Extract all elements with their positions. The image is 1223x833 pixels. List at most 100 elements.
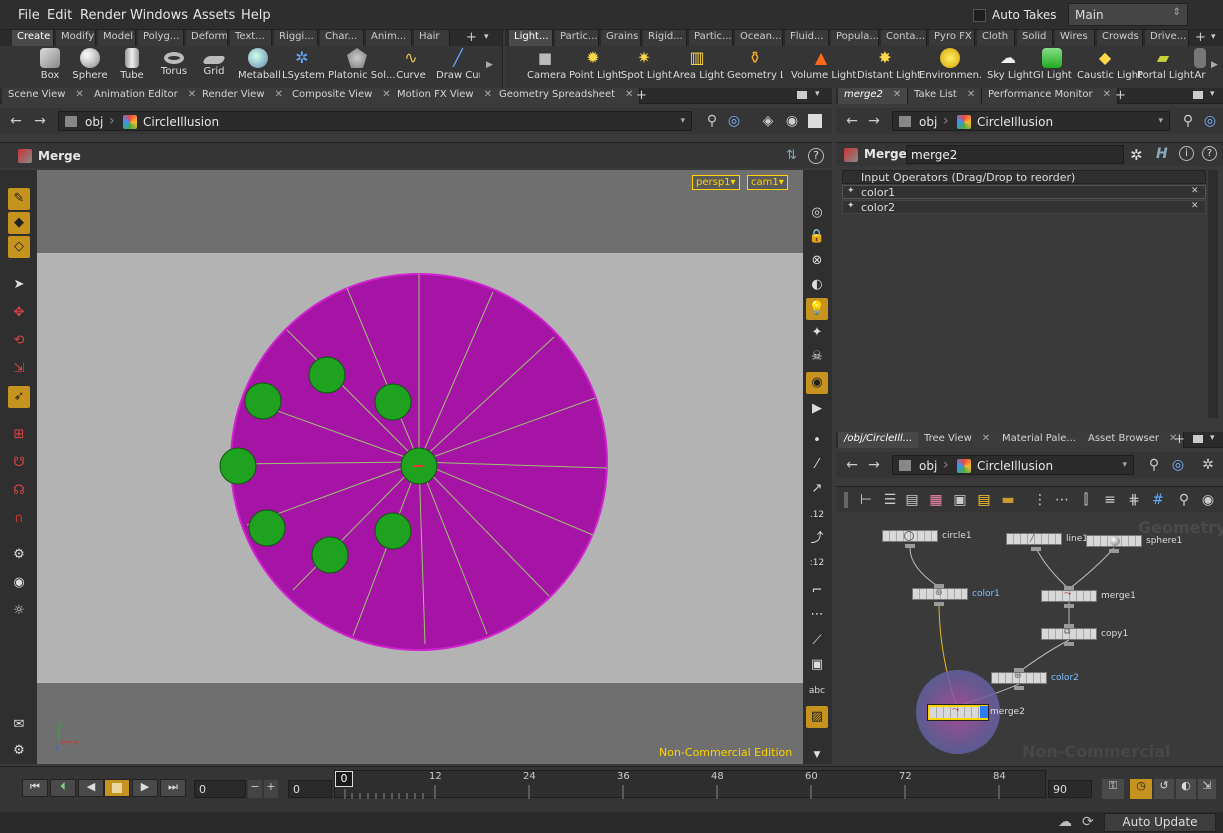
loop-icon[interactable]: ↺ — [1154, 779, 1174, 799]
maximize-icon[interactable] — [797, 91, 807, 99]
output-pin[interactable] — [934, 602, 944, 606]
select-arrow-icon[interactable]: ➤ — [8, 274, 30, 296]
vertex-icon[interactable]: ⋯ — [806, 604, 828, 626]
decrement-button[interactable]: − — [248, 780, 262, 798]
link-icon[interactable]: ◎ — [1202, 113, 1218, 129]
close-icon[interactable]: ✕ — [382, 89, 390, 100]
remove-icon[interactable]: ✕ — [1191, 201, 1199, 211]
notes-icon[interactable]: ✉ — [8, 714, 30, 736]
param-path-field[interactable]: obj › CircleIllusion ▾ — [892, 111, 1170, 131]
close-icon[interactable]: ✕ — [75, 89, 83, 100]
output-pin[interactable] — [1031, 547, 1041, 551]
shelf-tab-character[interactable]: Char... — [320, 30, 364, 46]
timeline-ruler[interactable]: 12 24 36 48 60 72 84 0 — [334, 770, 1046, 799]
shelf-tab-hair[interactable]: Hair — [414, 30, 450, 46]
tool-area-light[interactable]: ▥ Area Light — [673, 48, 724, 88]
close-icon[interactable]: ✕ — [982, 433, 990, 444]
shelf-scroll-right-icon[interactable]: ▶ — [486, 60, 493, 70]
tool-caustic-light[interactable]: ◆ Caustic Light — [1077, 48, 1142, 88]
back-arrow-icon[interactable]: ← — [844, 457, 860, 473]
shelf-tab-crowds[interactable]: Crowds — [1097, 30, 1143, 46]
tab-render-view[interactable]: Render View ✕ — [196, 88, 290, 104]
tree-icon[interactable]: ⊢ — [858, 492, 874, 508]
tab-asset-browser[interactable]: Asset Browser ✕ — [1082, 432, 1185, 448]
frame-end-input[interactable] — [1048, 780, 1092, 798]
tool-grid[interactable]: Grid — [200, 48, 228, 88]
auto-takes-checkbox[interactable] — [973, 9, 986, 22]
layout-vertical-icon[interactable]: ⋮ — [1032, 492, 1048, 508]
menu-edit[interactable]: Edit — [47, 8, 72, 23]
magnet-icon[interactable]: ∩ — [8, 508, 30, 530]
tab-composite-view[interactable]: Composite View ✕ — [286, 88, 398, 104]
increment-button[interactable]: + — [264, 780, 278, 798]
global-anim-icon[interactable]: ⇲ — [1198, 779, 1216, 799]
snap-grid-icon[interactable]: ⊞ — [8, 424, 30, 446]
light-tool-icon[interactable]: ☼ — [8, 600, 30, 622]
shelf-tab-ocean[interactable]: Ocean... — [735, 30, 783, 46]
background-icon[interactable]: ▶ — [806, 398, 828, 420]
text-display-icon[interactable]: abc — [806, 680, 828, 702]
camera-tool-icon[interactable]: ◉ — [8, 572, 30, 594]
shelf-tab-wires[interactable]: Wires — [1055, 30, 1095, 46]
tool-geometry-light[interactable]: ⚱ Geometry L... — [727, 48, 783, 88]
align-icon[interactable]: ⫿ — [1078, 492, 1094, 508]
tab-take-list[interactable]: Take List ✕ — [908, 88, 983, 104]
desktop-selector[interactable]: Main ⇕ — [1068, 3, 1188, 26]
close-icon[interactable]: ✕ — [967, 89, 975, 100]
forward-arrow-icon[interactable]: → — [32, 113, 48, 129]
snap-point-icon[interactable]: ☊ — [8, 480, 30, 502]
shelf-tab-animation[interactable]: Anim... — [366, 30, 412, 46]
add-tab-icon[interactable]: + — [1115, 88, 1126, 103]
tool-curve[interactable]: ∿ Curve — [396, 48, 426, 88]
tool-distant-light[interactable]: ✸ Distant Light — [857, 48, 921, 88]
tab-merge2[interactable]: merge2 ✕ — [838, 88, 909, 104]
scale-tool-icon[interactable]: ⇲ — [8, 358, 30, 380]
shelf-tab-rigid[interactable]: Rigid... — [643, 30, 687, 46]
help-icon[interactable]: ? — [1202, 146, 1217, 161]
back-arrow-icon[interactable]: ← — [844, 113, 860, 129]
pane-menu-icon[interactable]: ▾ — [815, 89, 820, 99]
display-options-icon[interactable]: ◈ — [760, 113, 776, 129]
render-region-icon[interactable]: ⚙ — [8, 544, 30, 566]
list-item[interactable]: ✦ color1 ✕ — [842, 185, 1206, 199]
chevron-down-icon[interactable]: ▾ — [680, 116, 685, 126]
tool-tube[interactable]: Tube — [118, 48, 146, 88]
output-pin[interactable] — [1064, 642, 1074, 646]
shelf-tab-lights[interactable]: Light... — [509, 30, 553, 46]
menu-render[interactable]: Render — [80, 8, 126, 23]
list-icon[interactable]: ☰ — [882, 492, 898, 508]
gear-icon[interactable]: ✲ — [1130, 146, 1143, 164]
menu-help[interactable]: Help — [241, 8, 271, 23]
sticky-note-icon[interactable]: ▤ — [976, 492, 992, 508]
shelf-tab-particle-fluids[interactable]: Partic... — [689, 30, 733, 46]
color-palette-icon[interactable]: ▦ — [928, 492, 944, 508]
pane-menu-icon[interactable]: ▾ — [1210, 89, 1215, 99]
shelf-tab-grains[interactable]: Grains — [601, 30, 641, 46]
state-list-icon[interactable]: ⇅ — [786, 148, 797, 163]
shelf-tab-solid[interactable]: Solid — [1017, 30, 1053, 46]
audio-icon[interactable]: ◐ — [1176, 779, 1196, 799]
tool-torus[interactable]: Torus — [158, 48, 190, 88]
add-tab-icon[interactable]: + — [636, 88, 647, 103]
pin-icon[interactable]: ⚲ — [704, 113, 720, 129]
play-reverse-icon[interactable]: ◀ — [78, 779, 104, 797]
normal-display-icon[interactable]: ⁄ — [806, 454, 828, 476]
tab-scene-view[interactable]: Scene View ✕ — [2, 88, 91, 104]
chevron-down-icon[interactable]: ▾ — [1158, 116, 1163, 126]
close-icon[interactable]: ✕ — [625, 89, 633, 100]
pin-icon[interactable]: ⚲ — [1146, 457, 1162, 473]
point-numbers-icon[interactable]: .12 — [806, 504, 828, 526]
menu-file[interactable]: File — [18, 8, 40, 23]
frame-start-input[interactable] — [194, 780, 246, 798]
subnet-icon[interactable]: ▬ — [1000, 492, 1016, 508]
current-frame-input[interactable] — [288, 780, 332, 798]
gear-icon[interactable]: ✲ — [1200, 457, 1216, 473]
network-editor[interactable]: Geometry Non-Commercial Edition circle1 … — [836, 512, 1223, 764]
tab-motion-fx-view[interactable]: Motion FX View ✕ — [391, 88, 499, 104]
remove-icon[interactable]: ✕ — [1191, 186, 1199, 196]
scroll-down-icon[interactable]: ▼ — [806, 744, 828, 766]
close-icon[interactable]: ✕ — [893, 89, 901, 100]
keys-icon[interactable]: ⚿ — [1102, 779, 1124, 799]
layout-horizontal-icon[interactable]: ⋯ — [1054, 492, 1070, 508]
display-flag-icon[interactable] — [980, 706, 988, 718]
